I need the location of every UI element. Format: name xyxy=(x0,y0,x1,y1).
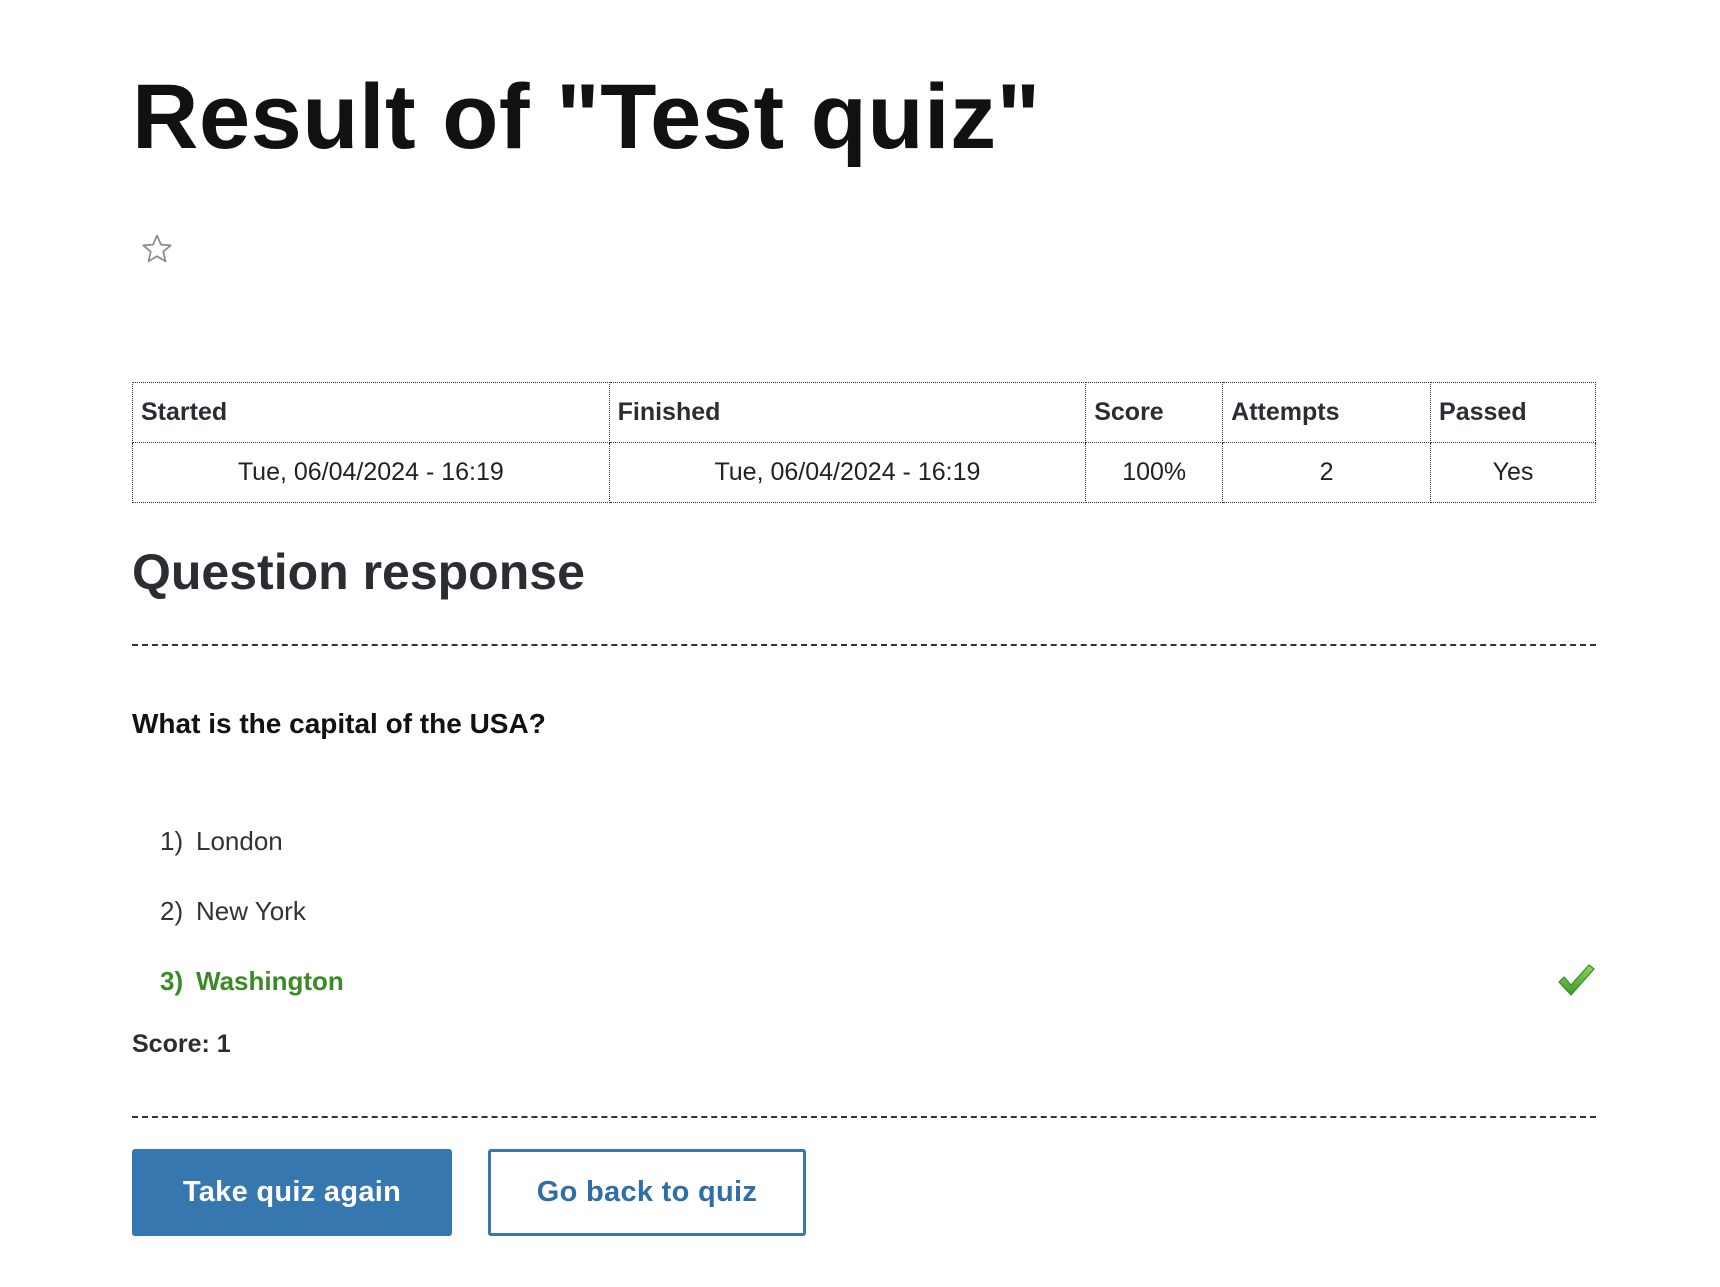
divider xyxy=(132,644,1596,646)
header-finished: Finished xyxy=(608,382,1087,443)
question-response-heading: Question response xyxy=(132,544,585,600)
page-title: Result of "Test quiz" xyxy=(132,66,1041,168)
answer-list: 1) London 2) New York 3) Washington xyxy=(160,806,1596,1016)
question-score: Score: 1 xyxy=(132,1030,231,1058)
cell-attempts: 2 xyxy=(1222,442,1432,503)
checkmark-icon xyxy=(1558,964,1595,996)
answer-option-1: 1) London xyxy=(160,806,1596,876)
answer-label: London xyxy=(196,825,283,856)
cell-started: Tue, 06/04/2024 - 16:19 xyxy=(132,442,610,503)
header-score: Score xyxy=(1085,382,1224,443)
header-started: Started xyxy=(132,382,610,443)
take-quiz-again-button[interactable]: Take quiz again xyxy=(132,1149,452,1236)
table-row: Tue, 06/04/2024 - 16:19 Tue, 06/04/2024 … xyxy=(132,442,1596,503)
star-outline-icon[interactable] xyxy=(140,232,174,266)
answer-option-2: 2) New York xyxy=(160,876,1596,946)
cell-passed: Yes xyxy=(1430,442,1596,503)
divider xyxy=(132,1116,1596,1118)
answer-option-3-correct: 3) Washington xyxy=(160,946,1596,1016)
cell-score: 100% xyxy=(1085,442,1224,503)
header-passed: Passed xyxy=(1430,382,1596,443)
question-text: What is the capital of the USA? xyxy=(132,708,546,739)
header-attempts: Attempts xyxy=(1222,382,1432,443)
answer-number: 1) xyxy=(160,825,184,856)
results-table: Started Finished Score Attempts Passed T… xyxy=(132,382,1596,503)
cell-finished: Tue, 06/04/2024 - 16:19 xyxy=(608,442,1087,503)
go-back-to-quiz-button[interactable]: Go back to quiz xyxy=(488,1149,806,1236)
results-header-row: Started Finished Score Attempts Passed xyxy=(132,382,1596,443)
answer-number: 3) xyxy=(160,965,184,996)
answer-label: Washington xyxy=(196,965,344,996)
answer-label: New York xyxy=(196,895,306,926)
answer-number: 2) xyxy=(160,895,184,926)
